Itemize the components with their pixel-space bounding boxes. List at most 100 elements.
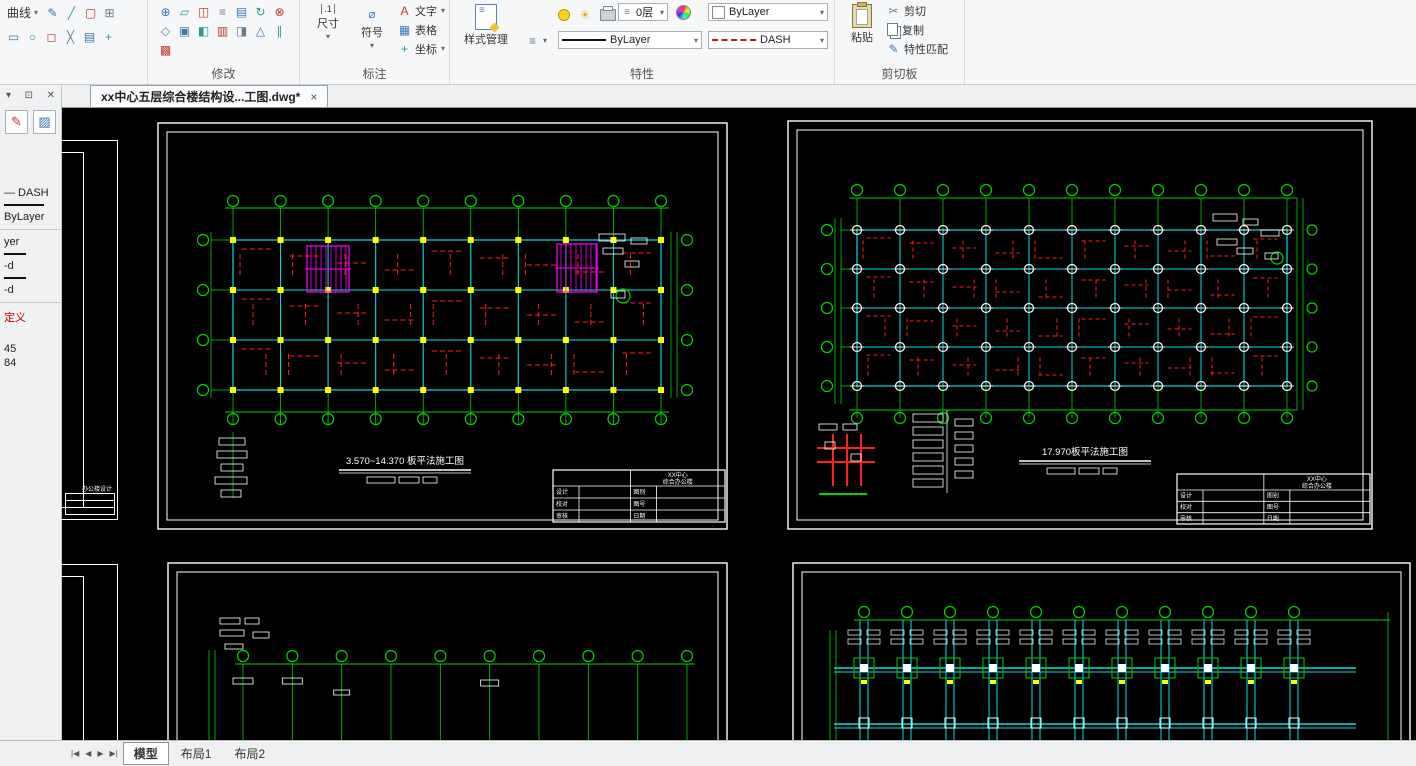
- palette-close-icon[interactable]: ✕: [47, 90, 55, 101]
- draw-tool-icon[interactable]: ╱: [62, 3, 81, 22]
- style-manager-button[interactable]: 样式管理: [456, 4, 516, 47]
- palette-item[interactable]: yer: [0, 235, 61, 249]
- paste-icon: [852, 2, 872, 28]
- svg-text:图号: 图号: [1267, 504, 1279, 511]
- draw-tool-icon[interactable]: ╳: [61, 27, 80, 46]
- tab-close-icon[interactable]: ×: [310, 90, 317, 104]
- table-button[interactable]: ▦ 表格: [398, 21, 437, 38]
- model-canvas[interactable]: 办公楼设计 3.570~14.370 板平法施工图 XX中心 综合办公楼 设计 校对 审核…: [62, 108, 1416, 740]
- chevron-down-icon: ▾: [369, 41, 374, 50]
- divider: [0, 302, 61, 303]
- svg-text:审核: 审核: [556, 512, 568, 520]
- curve-dropdown[interactable]: 曲线 ▾: [4, 3, 41, 22]
- draw-tool-icon[interactable]: +: [99, 27, 118, 46]
- printer-icon[interactable]: [600, 5, 616, 21]
- coordinate-button[interactable]: + 坐标 ▾: [398, 40, 445, 57]
- modify-tool-icon[interactable]: ◇: [156, 21, 175, 40]
- layout-tab[interactable]: 布局2: [223, 742, 276, 765]
- dimension-button[interactable]: .1 尺寸 ▾: [308, 4, 348, 41]
- palette-collapse-icon[interactable]: ▾: [6, 90, 11, 101]
- match-properties-button[interactable]: ✎ 特性匹配: [887, 40, 948, 57]
- palette-item[interactable]: -d: [0, 259, 61, 273]
- ribbon-group-clipboard: 粘贴 ✂ 剪切 复制 ✎ 特性匹配 剪切板: [835, 0, 965, 84]
- ribbon-group-draw-tools: 曲线 ▾ ✎ ╱ ▢ ⊞ ▭ ○ ◻ ╳ ▤ +: [0, 0, 148, 84]
- chevron-down-icon: ▾: [819, 7, 824, 17]
- chevron-down-icon: ▾: [34, 8, 39, 17]
- palette-pin-icon[interactable]: ⊡: [25, 90, 33, 101]
- modify-tool-icon[interactable]: ▩: [156, 40, 175, 59]
- dimension-label: 尺寸: [317, 18, 339, 30]
- svg-text:XX中心: XX中心: [1307, 475, 1327, 483]
- table-label: 表格: [415, 24, 437, 37]
- palette-item[interactable]: 84: [0, 356, 61, 370]
- layout-nav-icon[interactable]: ▶: [94, 749, 106, 758]
- symbol-button[interactable]: ⌀ 符号 ▾: [352, 4, 392, 51]
- layout-nav-icon[interactable]: |◀: [68, 749, 82, 758]
- palette-item[interactable]: -d: [0, 283, 61, 297]
- table-icon: ▦: [398, 22, 411, 37]
- paste-label: 粘贴: [851, 32, 873, 44]
- palette-item[interactable]: 定义: [0, 308, 61, 326]
- layout-tab[interactable]: 模型: [122, 742, 169, 765]
- palette-edit-linetype-button[interactable]: ✎: [5, 110, 28, 134]
- palette-select-linetype-button[interactable]: ▨: [33, 110, 56, 134]
- draw-tool-icon[interactable]: ⊞: [100, 3, 119, 22]
- modify-tool-icon[interactable]: ▱: [175, 2, 194, 21]
- dash-line-preview: [712, 39, 756, 41]
- sheet2-floor-plan-drawing[interactable]: 17.970板平法施工图 XX中心综合办公楼设计校对审核 图别图号日期: [785, 118, 1375, 532]
- palette-item[interactable]: — DASH: [0, 186, 61, 200]
- svg-text:设计: 设计: [1180, 492, 1192, 500]
- linetype-palette: ▾ ⊡ ✕ ✎ ▨ — DASH ByLayer yer -d -d 定义 45 84: [0, 85, 62, 740]
- modify-tool-icon[interactable]: ≡: [213, 2, 232, 21]
- layer-select[interactable]: ≡ 0层 ▾: [618, 3, 668, 21]
- annotate-group-label: 标注: [362, 67, 387, 81]
- modify-tool-icon[interactable]: ▣: [175, 21, 194, 40]
- copy-button[interactable]: 复制: [887, 21, 924, 38]
- document-tab[interactable]: xx中心五层综合楼结构设...工图.dwg* ×: [90, 85, 329, 107]
- modify-tool-icon[interactable]: ◨: [232, 21, 251, 40]
- color-select[interactable]: ByLayer ▾: [708, 3, 828, 21]
- svg-text:审核: 审核: [1180, 514, 1192, 522]
- modify-tool-icon[interactable]: ↻: [251, 2, 270, 21]
- layout-nav-icon[interactable]: ◀: [82, 749, 94, 758]
- sheet3-partial-drawing[interactable]: [165, 560, 730, 740]
- text-button[interactable]: A 文字 ▾: [398, 2, 445, 19]
- sheet1-floor-plan-drawing[interactable]: 3.570~14.370 板平法施工图 XX中心综合办公楼设计校对审核 图别图号日期: [155, 120, 730, 532]
- modify-tool-icon[interactable]: ⊗: [270, 2, 289, 21]
- draw-tool-icon[interactable]: ◻: [42, 27, 61, 46]
- layout-tab[interactable]: 布局1: [170, 742, 223, 765]
- modify-tool-icon[interactable]: ▤: [232, 2, 251, 21]
- palette-item[interactable]: 45: [0, 342, 61, 356]
- document-tab-title: xx中心五层综合楼结构设...工图.dwg*: [101, 90, 301, 104]
- modify-tool-icon[interactable]: ⊕: [156, 2, 175, 21]
- palette-item[interactable]: ByLayer: [0, 210, 61, 224]
- modify-tool-icon[interactable]: ◫: [194, 2, 213, 21]
- linetype-select[interactable]: DASH ▾: [708, 31, 828, 49]
- modify-tool-icon[interactable]: ∥: [270, 21, 289, 40]
- svg-text:校对: 校对: [556, 500, 568, 508]
- color-wheel-icon[interactable]: [676, 5, 691, 20]
- draw-tool-icon[interactable]: ▭: [4, 27, 23, 46]
- layout-nav-icon[interactable]: ▶|: [107, 749, 121, 758]
- modify-tool-icon[interactable]: ▥: [213, 21, 232, 40]
- draw-tool-icon[interactable]: ▢: [81, 3, 100, 22]
- partial-sheet-left-bottom-inner: [62, 576, 84, 740]
- draw-tool-icon[interactable]: ○: [23, 27, 42, 46]
- text-icon: A: [400, 3, 409, 18]
- text-label: 文字: [415, 5, 437, 18]
- modify-tool-icon[interactable]: △: [251, 21, 270, 40]
- lightbulb-icon[interactable]: [558, 8, 570, 21]
- draw-tool-icon[interactable]: ✎: [43, 3, 62, 22]
- cut-button[interactable]: ✂ 剪切: [887, 2, 926, 19]
- sun-icon[interactable]: ☀: [578, 5, 592, 24]
- lineweight-select[interactable]: ByLayer ▾: [558, 31, 702, 49]
- properties-group-label: 特性: [629, 67, 654, 81]
- sheet4-elevation-drawing[interactable]: [790, 560, 1413, 740]
- list-menu-button[interactable]: ≡ ▾: [526, 32, 547, 49]
- paste-button[interactable]: 粘贴: [843, 2, 881, 45]
- svg-text:XX中心: XX中心: [668, 471, 688, 479]
- modify-tool-icon[interactable]: ◧: [194, 21, 213, 40]
- style-manager-icon: [475, 4, 497, 30]
- draw-tool-icon[interactable]: ▤: [80, 27, 99, 46]
- cut-label: 剪切: [904, 5, 926, 18]
